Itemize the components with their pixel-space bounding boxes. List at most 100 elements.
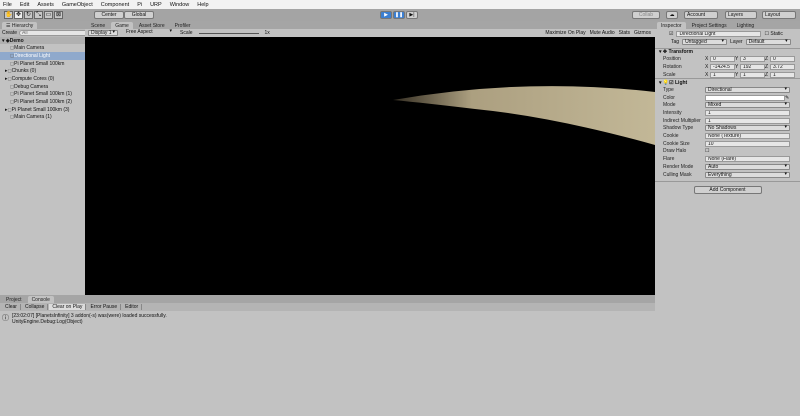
game-option-0[interactable]: Maximize On Play <box>545 30 585 36</box>
light-header[interactable]: ▾ 💡☑ Light <box>655 78 800 86</box>
game-option-1[interactable]: Mute Audio <box>590 30 615 36</box>
transform-y-field[interactable]: 192 <box>740 63 765 70</box>
scene-row[interactable]: ▾ ◈ Demo <box>0 36 85 45</box>
display-dropdown[interactable]: Display 1 <box>88 30 118 36</box>
tab-profiler[interactable]: Profiler <box>171 22 195 29</box>
hand-tool-icon[interactable]: ✋ <box>4 11 13 19</box>
game-option-3[interactable]: Gizmos <box>634 30 651 36</box>
account-dropdown[interactable]: Account <box>684 11 718 19</box>
menu-component[interactable]: Component <box>101 2 129 8</box>
hierarchy-item[interactable]: ▸ ◻ Pi Planet Small 100km (3) <box>0 106 85 114</box>
scale-tool-icon[interactable]: ⤡ <box>34 11 43 19</box>
menu-help[interactable]: Help <box>197 2 208 8</box>
light-field-value[interactable]: Mixed <box>705 102 790 109</box>
cloud-icon[interactable]: ☁ <box>666 11 678 19</box>
active-checkbox[interactable]: ☑ <box>669 31 673 37</box>
light-field-row: Indirect Multiplier 1 <box>655 117 800 125</box>
transform-y-field[interactable]: 1 <box>740 71 765 78</box>
tab-lighting[interactable]: Lighting <box>733 22 759 29</box>
message-text: [23:02:07] [PlanetsInfinity] 3 addon(-s)… <box>12 312 167 319</box>
light-field-row: Flare None (Flare) <box>655 155 800 163</box>
pivot-center-button[interactable]: Center <box>94 11 124 19</box>
hierarchy-item[interactable]: ◻ Pi Planet Small 100km (2) <box>0 98 85 106</box>
transform-x-field[interactable]: -1424.5 <box>710 63 735 70</box>
console-error-pause-button[interactable]: Error Pause <box>87 303 122 310</box>
light-field-value[interactable]: Auto <box>705 163 790 170</box>
layers-dropdown[interactable]: Layers <box>725 11 757 19</box>
tab-game[interactable]: Game <box>111 22 133 29</box>
menu-window[interactable]: Window <box>170 2 190 8</box>
tab-scene[interactable]: Scene <box>87 22 109 29</box>
hierarchy-item[interactable]: ◻ Main Camera <box>0 44 85 52</box>
menu-edit[interactable]: Edit <box>20 2 29 8</box>
rect-tool-icon[interactable]: ▭ <box>44 11 53 19</box>
hierarchy-item[interactable]: ◻ Directional Light <box>0 52 85 60</box>
layout-dropdown[interactable]: Layout <box>762 11 796 19</box>
console-clear-button[interactable]: Clear <box>2 303 21 310</box>
console-message[interactable]: ⓘ [23:02:07] [PlanetsInfinity] 3 addon(-s… <box>0 311 655 327</box>
tab-project-settings[interactable]: Project Settings <box>688 22 731 29</box>
game-option-2[interactable]: Stats <box>619 30 630 36</box>
eyedropper-icon[interactable]: ✎ <box>785 95 789 101</box>
hierarchy-item[interactable]: ◻ Pi Planet Small 100km (1) <box>0 91 85 99</box>
console-collapse-button[interactable]: Collapse <box>22 303 49 310</box>
menu-file[interactable]: File <box>3 2 12 8</box>
object-name-field[interactable]: Directional Light <box>676 30 762 37</box>
planet-ring-render <box>393 86 655 145</box>
collab-button[interactable]: Collab <box>632 11 660 19</box>
layer-dropdown[interactable]: Default <box>745 38 791 45</box>
scale-slider[interactable] <box>198 32 259 34</box>
move-tool-icon[interactable]: ✥ <box>14 11 23 19</box>
menu-urp[interactable]: URP <box>150 2 162 8</box>
transform-z-field[interactable]: 1 <box>770 71 795 78</box>
transform-z-field[interactable]: 0 <box>770 56 795 63</box>
pause-button[interactable]: ❚❚ <box>393 11 405 19</box>
tab-asset-store[interactable]: Asset Store <box>135 22 169 29</box>
add-component-button[interactable]: Add Component <box>693 186 762 195</box>
game-viewport[interactable] <box>85 37 655 295</box>
hierarchy-item[interactable]: ▸ ◻ Chunks (0) <box>0 67 85 75</box>
tag-dropdown[interactable]: Untagged <box>682 38 728 45</box>
menu-assets[interactable]: Assets <box>37 2 54 8</box>
light-field-value[interactable]: 1 <box>705 117 790 124</box>
tab-console[interactable]: Console <box>27 296 54 303</box>
tab-project[interactable]: Project <box>2 296 26 303</box>
pivot-global-button[interactable]: Global <box>124 11 154 19</box>
rotate-tool-icon[interactable]: ↻ <box>24 11 33 19</box>
create-button[interactable]: Create <box>2 30 17 36</box>
light-field-label: Render Mode <box>663 163 694 170</box>
light-field-row: Culling Mask Everything <box>655 171 800 179</box>
hierarchy-item[interactable]: ◻ Main Camera (1) <box>0 114 85 122</box>
static-checkbox[interactable]: ☐ Static <box>764 31 782 37</box>
draw-halo-checkbox[interactable]: ☐ <box>705 148 709 154</box>
light-field-value[interactable]: No Shadows <box>705 125 790 132</box>
light-field-value[interactable]: Everything <box>705 171 790 178</box>
console-clear-on-play-button[interactable]: Clear on Play <box>49 303 87 310</box>
hierarchy-item[interactable]: ◻ Pi Planet Small 100km <box>0 60 85 68</box>
transform-header[interactable]: ▾ ✥ Transform <box>655 47 800 56</box>
transform-row: Position X 0 Y 3 Z 0 <box>655 55 800 63</box>
transform-tool-icon[interactable]: ⊠ <box>54 11 63 19</box>
transform-z-field[interactable]: 3.72 <box>770 63 795 70</box>
light-field-value[interactable]: 1 <box>705 110 790 117</box>
menu-pi[interactable]: Pi <box>137 2 142 8</box>
light-field-value[interactable]: None (Texture) <box>705 133 790 140</box>
hierarchy-tabstrip: ☰ Hierarchy <box>0 21 85 29</box>
step-button[interactable]: ▶| <box>406 11 418 19</box>
console-editor-button[interactable]: Editor <box>122 303 143 310</box>
tab-inspector[interactable]: Inspector <box>657 22 686 29</box>
play-button[interactable]: ▶ <box>380 11 392 19</box>
hierarchy-item[interactable]: ▸ ◻ Compute Cores (0) <box>0 75 85 83</box>
light-field-value[interactable]: 10 <box>705 140 790 147</box>
light-field-value[interactable]: Directional <box>705 86 790 93</box>
color-swatch[interactable] <box>705 94 785 101</box>
tab-hierarchy[interactable]: ☰ Hierarchy <box>2 22 38 29</box>
transform-x-field[interactable]: 1 <box>710 71 735 78</box>
hierarchy-search-input[interactable] <box>19 29 90 36</box>
aspect-dropdown[interactable]: Free Aspect <box>124 29 174 36</box>
transform-y-field[interactable]: 3 <box>740 56 765 63</box>
light-field-value[interactable]: None (Flare) <box>705 156 790 163</box>
hierarchy-item[interactable]: ◻ Debug Camera <box>0 83 85 91</box>
menu-gameobject[interactable]: GameObject <box>62 2 93 8</box>
transform-x-field[interactable]: 0 <box>710 56 735 63</box>
